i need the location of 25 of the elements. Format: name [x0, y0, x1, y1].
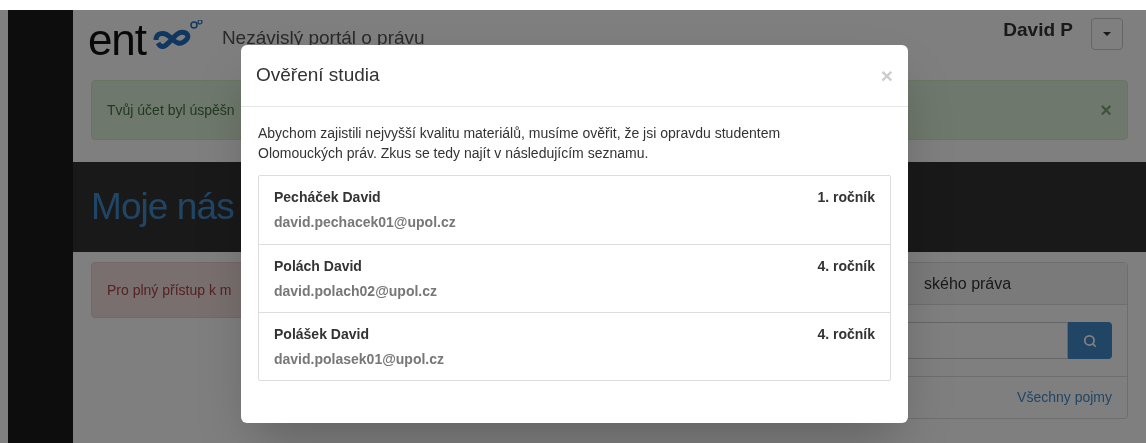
panel-title: ského práva	[924, 273, 1012, 294]
student-list-item[interactable]: Polášek David david.polasek01@upol.cz 4. ročník	[259, 312, 890, 380]
modal-title: Ověření studia	[256, 63, 380, 88]
student-year: 4. ročník	[817, 257, 875, 276]
student-year: 1. ročník	[817, 188, 875, 207]
search-button[interactable]	[1068, 322, 1112, 359]
student-email: david.polach02@upol.cz	[274, 282, 438, 301]
modal-text: Abychom zajistili nejvyšší kvalitu materiálů, musíme ověřit, že jsi opravdu studentem Olomouckých práv. Zkus se tedy najít v následujícím seznamu.	[258, 124, 782, 163]
tagline: Nezávislý portál o právu	[221, 27, 425, 49]
student-name: Polách David	[274, 257, 363, 276]
student-email: david.pechacek01@upol.cz	[274, 213, 456, 232]
caret-icon	[1103, 32, 1111, 36]
student-name: Polášek David	[274, 325, 370, 344]
user-dropdown-button[interactable]	[1091, 18, 1123, 50]
alert-text: Pro plný přístup k m	[107, 280, 232, 300]
user-name: David P	[1003, 17, 1073, 42]
student-name: Pecháček David	[274, 188, 382, 207]
search-icon	[1083, 333, 1097, 348]
logo-text: ent	[88, 18, 146, 62]
student-email: david.polasek01@upol.cz	[274, 350, 445, 369]
student-list-item[interactable]: Pecháček David david.pechacek01@upol.cz 1. ročník	[259, 176, 890, 244]
student-list-item[interactable]: Polách David david.polach02@upol.cz 4. ročník	[259, 244, 890, 312]
student-year: 4. ročník	[817, 325, 875, 344]
alert-text: Tvůj účet byl úspěšn	[107, 100, 235, 120]
page-title: Moje nás	[91, 185, 234, 230]
